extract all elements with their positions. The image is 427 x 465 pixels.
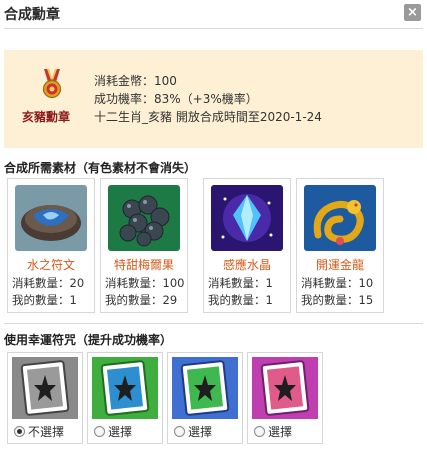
material-card-crystal[interactable]: 感應水晶 消耗數量：1 我的數量：1 (203, 178, 291, 313)
window-title: 合成勳章 (4, 7, 60, 23)
material-owned: 我的數量：29 (105, 293, 178, 307)
material-card-water-rune[interactable]: 水之符文 消耗數量：20 我的數量：1 (7, 178, 95, 313)
charm-card-blue-icon (172, 357, 238, 419)
medal-info-panel: 亥豬勳章 消耗金幣：100 成功機率：83%（+3%機率） 十二生肖_亥豬 開放… (4, 50, 423, 148)
charm-option-purple[interactable]: 選擇 (247, 352, 323, 444)
water-rune-icon (15, 185, 87, 251)
charm-option-blue[interactable]: 選擇 (167, 352, 243, 444)
title-divider (4, 28, 423, 29)
section-divider (4, 323, 423, 324)
material-owned: 我的數量：1 (12, 293, 77, 307)
charm-card-gray-icon (12, 357, 78, 419)
golden-dragon-icon (304, 185, 376, 251)
material-consume: 消耗數量：10 (301, 276, 374, 290)
material-card-golden-dragon[interactable]: 開運金龍 消耗數量：10 我的數量：15 (296, 178, 384, 313)
charm-option-label: 選擇 (268, 425, 293, 439)
material-owned: 我的數量：1 (208, 293, 273, 307)
material-name: 感應水晶 (222, 258, 271, 272)
material-card-berry[interactable]: 特甜梅爾果 消耗數量：100 我的數量：29 (100, 178, 188, 313)
material-consume: 消耗數量：1 (208, 276, 273, 290)
close-button[interactable]: × (404, 4, 421, 21)
material-name: 特甜梅爾果 (113, 258, 174, 272)
material-owned: 我的數量：15 (301, 293, 374, 307)
charm-radio-row[interactable]: 選擇 (254, 423, 292, 440)
charm-radio-row[interactable]: 選擇 (94, 423, 132, 440)
charm-radio-row[interactable]: 選擇 (174, 423, 212, 440)
radio-button-selected[interactable] (14, 426, 25, 437)
charm-option-none[interactable]: 不選擇 (7, 352, 83, 444)
materials-section-title: 合成所需素材（有色素材不會消失） (4, 161, 197, 175)
charm-option-label: 選擇 (188, 425, 213, 439)
charm-option-label: 不選擇 (28, 425, 65, 439)
berry-icon (108, 185, 180, 251)
material-consume: 消耗數量：20 (12, 276, 85, 290)
radio-button[interactable] (94, 426, 105, 437)
medal-cost: 消耗金幣：100 (94, 74, 177, 88)
medal-details: 消耗金幣：100 成功機率：83%（+3%機率） 十二生肖_亥豬 開放合成時間至… (94, 72, 322, 126)
crystal-icon (211, 185, 283, 251)
material-name: 水之符文 (26, 258, 75, 272)
charm-option-label: 選擇 (108, 425, 133, 439)
radio-button[interactable] (254, 426, 265, 437)
medal-success-rate: 成功機率：83%（+3%機率） (94, 92, 258, 106)
material-consume: 消耗數量：100 (105, 276, 185, 290)
medal-icon (42, 69, 62, 99)
medal-availability: 十二生肖_亥豬 開放合成時間至2020-1-24 (94, 110, 322, 124)
charm-card-purple-icon (252, 357, 318, 419)
charms-section-title: 使用幸運符咒（提升成功機率） (4, 333, 173, 347)
charm-radio-row[interactable]: 不選擇 (14, 423, 64, 440)
charm-card-green-icon (92, 357, 158, 419)
charm-option-green[interactable]: 選擇 (87, 352, 163, 444)
medal-name: 亥豬勳章 (22, 110, 71, 124)
radio-button[interactable] (174, 426, 185, 437)
material-name: 開運金龍 (315, 258, 364, 272)
